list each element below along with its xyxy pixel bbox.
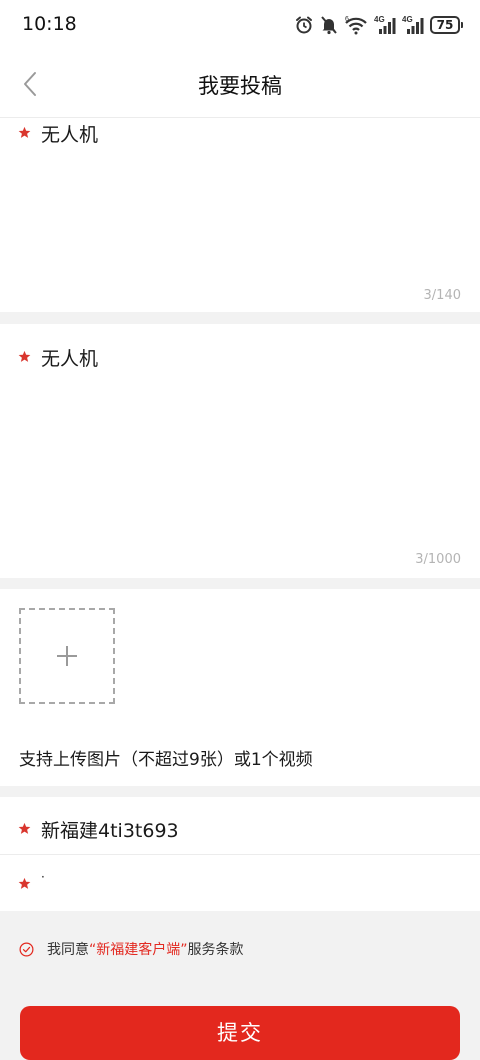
check-circle-icon[interactable] xyxy=(19,942,34,957)
wifi-badge: 6 xyxy=(345,16,349,23)
submit-button[interactable]: 提交 xyxy=(20,1006,460,1060)
network-label: 4G xyxy=(402,15,413,24)
signal-4g-icon: 4G xyxy=(374,15,396,34)
author-panel: 新福建4ti3t693 · xyxy=(0,797,480,911)
add-media-button[interactable] xyxy=(19,608,115,704)
name-field[interactable]: 新福建4ti3t693 xyxy=(18,816,179,843)
divider xyxy=(0,854,480,855)
title-char-counter: 3/140 xyxy=(423,288,461,303)
title-input-value: 无人机 xyxy=(41,124,99,146)
nav-bar: 我要投稿 xyxy=(0,50,480,118)
content-input-value: 无人机 xyxy=(41,348,99,370)
battery-icon: 75 xyxy=(430,16,463,34)
name-input-value: 新福建4ti3t693 xyxy=(41,820,179,842)
title-field[interactable]: 无人机 xyxy=(18,120,98,147)
status-icons: 6 4G 4G 75 xyxy=(294,14,463,36)
terms-link[interactable]: “新福建客户端” xyxy=(89,939,188,959)
content-panel: 无人机 3/1000 xyxy=(0,324,480,578)
required-star-icon xyxy=(18,877,31,889)
media-panel: 支持上传图片（不超过9张）或1个视频 xyxy=(0,589,480,786)
content-field[interactable]: 无人机 xyxy=(18,344,98,371)
required-star-icon xyxy=(18,126,31,138)
content-char-counter: 3/1000 xyxy=(415,552,461,567)
status-time: 10:18 xyxy=(22,13,77,35)
contact-field[interactable]: · xyxy=(18,871,45,890)
plus-icon xyxy=(57,646,77,666)
upload-hint: 支持上传图片（不超过9张）或1个视频 xyxy=(19,750,313,770)
agreement-row[interactable]: 我同意 “新福建客户端” 服务条款 xyxy=(19,939,244,959)
network-label: 4G xyxy=(374,15,385,24)
page-title: 我要投稿 xyxy=(198,74,282,98)
agreement-prefix: 我同意 xyxy=(47,942,89,958)
title-panel: 无人机 3/140 xyxy=(0,118,480,312)
wifi-icon: 6 xyxy=(345,16,367,35)
required-star-icon xyxy=(18,350,31,362)
battery-level: 75 xyxy=(436,18,454,32)
signal-4g-icon: 4G xyxy=(402,15,424,34)
mute-icon xyxy=(321,16,337,35)
agreement-suffix: 服务条款 xyxy=(187,942,244,958)
contact-input-value: · xyxy=(41,870,45,884)
alarm-icon xyxy=(296,16,312,34)
status-bar: 10:18 6 4G 4G 75 xyxy=(0,0,480,50)
required-star-icon xyxy=(18,822,31,834)
